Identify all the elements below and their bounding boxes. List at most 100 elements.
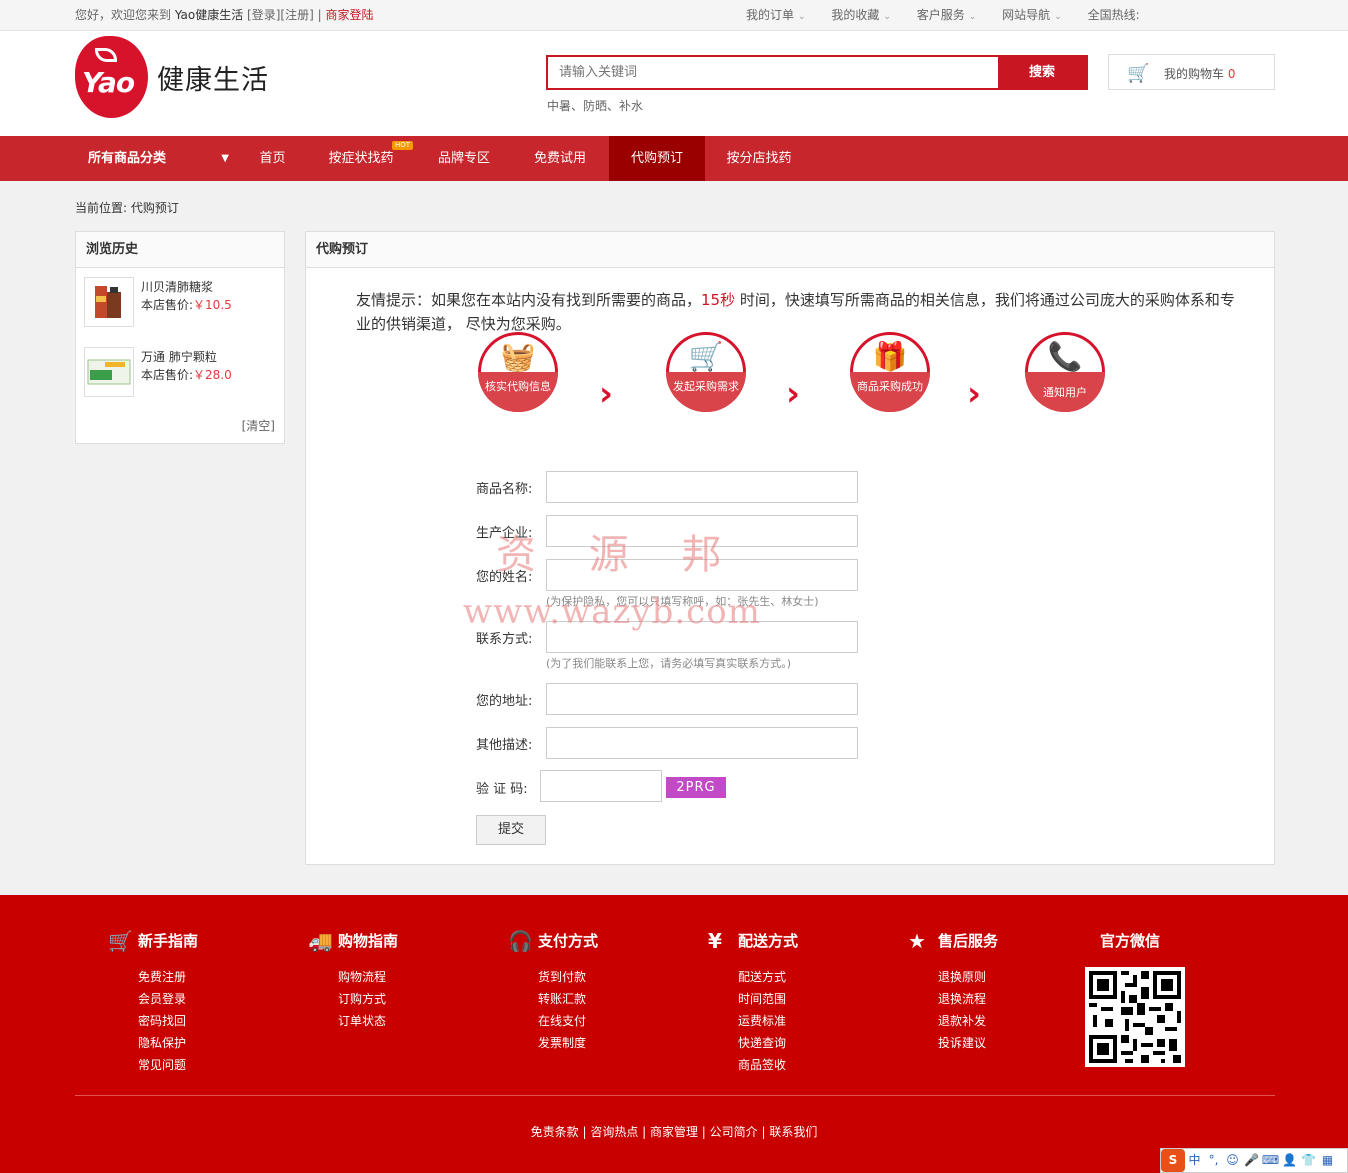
chevron-down-icon: ⌄ [883,12,891,22]
hot-keywords[interactable]: 中暑、防晒、补水 [547,97,643,114]
step-notify: 📞 通知用户 [1025,324,1105,414]
brand-text: Yao健康生活 [174,8,244,22]
watermark-url: www.wazyb.com [463,592,761,632]
browse-history: 浏览历史 川贝清肺糖浆 本店售价:￥10.5 万通 肺宁颗粒 本店售价:￥28.… [75,231,285,444]
grid-icon[interactable]: ▦ [1318,1149,1337,1172]
star-icon: ★ [908,929,926,953]
shirt-icon[interactable]: 👕 [1299,1149,1318,1172]
site-nav-link[interactable]: 网站导航 ⌄ [1002,0,1062,32]
phone-icon: 📞 [1047,340,1083,373]
footer-link[interactable]: 购物流程 [338,966,478,988]
welcome-bar: 您好，欢迎您来到 Yao健康生活 [登录][注册] | 商家登陆 [75,0,374,30]
step-label: 核实代购信息 [478,372,558,412]
seller-login-link[interactable]: 商家登陆 [326,8,374,22]
greeting-text: 您好，欢迎您来到 [75,8,172,22]
chevron-down-icon: ⌄ [798,12,806,22]
site-logo[interactable]: Yao 健康生活 [75,36,285,118]
captcha-image[interactable]: 2PRG [666,777,726,798]
footer-heading: 新手指南 [138,932,199,950]
ime-logo[interactable]: S [1161,1149,1185,1172]
clear-history-link[interactable]: [清空] [242,417,275,434]
step-label: 发起采购需求 [666,372,746,412]
history-item[interactable]: 川贝清肺糖浆 本店售价:￥10.5 [84,277,274,327]
footer-link[interactable]: 退换流程 [938,988,1078,1010]
other-desc-input[interactable] [546,727,858,759]
search-button[interactable]: 搜索 [998,57,1086,88]
footer-links[interactable]: 免责条款 | 咨询热点 | 商家管理 | 公司简介 | 联系我们 [0,1123,1348,1140]
footer-link[interactable]: 转账汇款 [538,988,678,1010]
product-thumbnail[interactable] [84,347,134,397]
nav-brands[interactable]: 品牌专区 [424,136,504,181]
my-orders-link[interactable]: 我的订单 ⌄ [746,0,806,32]
footer-link[interactable]: 订单状态 [338,1010,478,1032]
footer-link[interactable]: 会员登录 [138,988,278,1010]
top-links: 我的订单 ⌄ 我的收藏 ⌄ 客户服务 ⌄ 网站导航 ⌄ 全国热线: [746,0,1162,32]
cart-button[interactable]: 🛒 我的购物车 0 [1108,54,1275,90]
category-label: 所有商品分类 [88,151,167,166]
footer-link[interactable]: 订购方式 [338,988,478,1010]
footer-link[interactable]: 发票制度 [538,1032,678,1054]
footer-link[interactable]: 配送方式 [738,966,878,988]
footer-link[interactable]: 时间范围 [738,988,878,1010]
search-input[interactable] [548,57,998,88]
cart-icon: 🛒 [1127,63,1150,84]
footer-heading: 官方微信 [1100,932,1161,950]
footer-link[interactable]: 免费注册 [138,966,278,988]
footer-link[interactable]: 密码找回 [138,1010,278,1032]
watermark-text: 资 源 邦 [496,532,742,578]
wechat-qr-code [1085,967,1185,1067]
footer-heading: 配送方式 [738,932,799,950]
panel-title: 代购预订 [306,232,1274,268]
footer-col-wechat: 官方微信 [1100,930,1220,952]
contact-hint: (为了我们能联系上您，请务必填写真实联系方式。) [546,657,792,670]
nav-home[interactable]: 首页 [245,136,300,181]
all-categories-menu[interactable]: 所有商品分类 ▼ [75,136,241,181]
caret-down-icon: ▼ [221,153,229,164]
address-label: 您的地址: [476,694,533,709]
hot-badge: HOT [392,141,414,150]
chevron-down-icon: ⌄ [968,12,977,22]
my-favorites-link[interactable]: 我的收藏 ⌄ [831,0,891,32]
cart-icon: 🛒 [108,929,133,953]
footer-link[interactable]: 商品签收 [738,1054,878,1076]
login-link[interactable]: [登录] [247,8,280,22]
customer-service-link[interactable]: 客户服务 ⌄ [917,0,977,32]
nav-purchase-order[interactable]: 代购预订 [609,136,705,181]
footer-col-shopping: 🚚 购物指南 购物流程 订购方式 订单状态 [308,930,478,1032]
smiley-icon[interactable]: ☺ [1223,1149,1242,1172]
gift-icon: 🎁 [872,340,908,373]
footer-link[interactable]: 在线支付 [538,1010,678,1032]
search-box: 搜索 [546,55,1088,90]
product-name[interactable]: 万通 肺宁颗粒 [141,348,217,365]
ime-punct[interactable]: °, [1204,1149,1223,1172]
logo-text: Yao [82,66,135,99]
keyboard-icon[interactable]: ⌨ [1261,1149,1280,1172]
footer-link[interactable]: 隐私保护 [138,1032,278,1054]
ime-toolbar[interactable]: S 中 °, ☺ 🎤 ⌨ 👤 👕 ▦ [1160,1148,1348,1173]
history-item[interactable]: 万通 肺宁颗粒 本店售价:￥28.0 [84,347,274,397]
captcha-input[interactable] [540,770,662,802]
ime-lang[interactable]: 中 [1185,1149,1204,1172]
footer-col-payment: 🎧 支付方式 货到付款 转账汇款 在线支付 发票制度 [508,930,678,1054]
product-name[interactable]: 川贝清肺糖浆 [141,278,213,295]
top-bar: 您好，欢迎您来到 Yao健康生活 [登录][注册] | 商家登陆 我的订单 ⌄ 我… [0,0,1348,31]
main-nav: 所有商品分类 ▼ 首页 按症状找药 HOT 品牌专区 免费试用 代购预订 按分店… [0,136,1348,181]
address-input[interactable] [546,683,858,715]
microphone-icon[interactable]: 🎤 [1242,1149,1261,1172]
submit-button[interactable]: 提交 [476,815,546,845]
footer-link[interactable]: 退换原则 [938,966,1078,988]
nav-by-store[interactable]: 按分店找药 [714,136,804,181]
nav-free-trial[interactable]: 免费试用 [520,136,600,181]
footer-link[interactable]: 货到付款 [538,966,678,988]
footer-link[interactable]: 常见问题 [138,1054,278,1076]
product-thumbnail[interactable] [84,277,134,327]
header: Yao 健康生活 搜索 中暑、防晒、补水 🛒 我的购物车 0 [0,31,1348,136]
register-link[interactable]: [注册] [280,8,313,22]
footer-link[interactable]: 运费标准 [738,1010,878,1032]
user-icon[interactable]: 👤 [1280,1149,1299,1172]
footer-link[interactable]: 快递查询 [738,1032,878,1054]
footer-link[interactable]: 投诉建议 [938,1032,1078,1054]
truck-icon: 🚚 [308,929,333,953]
footer-link[interactable]: 退款补发 [938,1010,1078,1032]
product-name-input[interactable] [546,471,858,503]
